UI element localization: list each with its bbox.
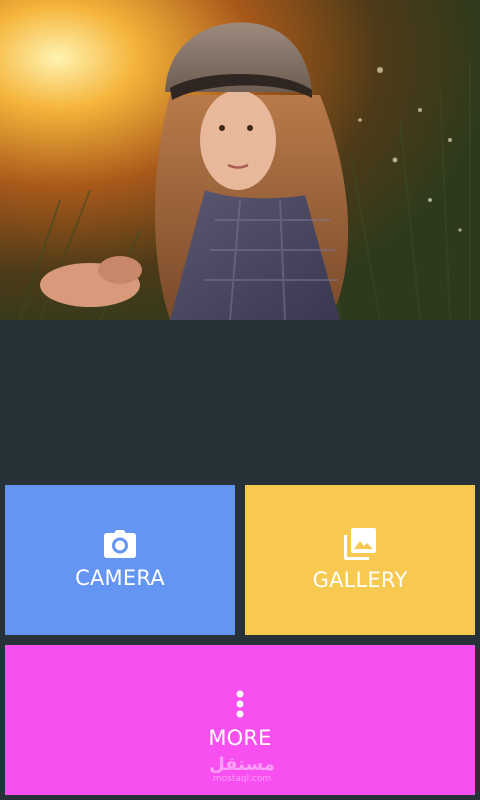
- more-vertical-icon: [236, 690, 244, 718]
- home-screen: CAMERA GALLERY MORE مستقل mostaql.com: [0, 0, 480, 800]
- camera-icon: [104, 530, 136, 558]
- hero-photo-illustration: [0, 0, 480, 320]
- hero-photo: [0, 0, 480, 320]
- watermark-url: mostaql.com: [212, 774, 272, 784]
- more-label: MORE: [208, 726, 272, 750]
- camera-label: CAMERA: [75, 566, 165, 590]
- camera-button[interactable]: CAMERA: [5, 485, 235, 635]
- gallery-label: GALLERY: [312, 568, 408, 592]
- gallery-icon: [344, 528, 376, 560]
- gallery-button[interactable]: GALLERY: [245, 485, 475, 635]
- watermark: مستقل mostaql.com: [207, 756, 277, 784]
- watermark-logo: مستقل: [209, 754, 275, 775]
